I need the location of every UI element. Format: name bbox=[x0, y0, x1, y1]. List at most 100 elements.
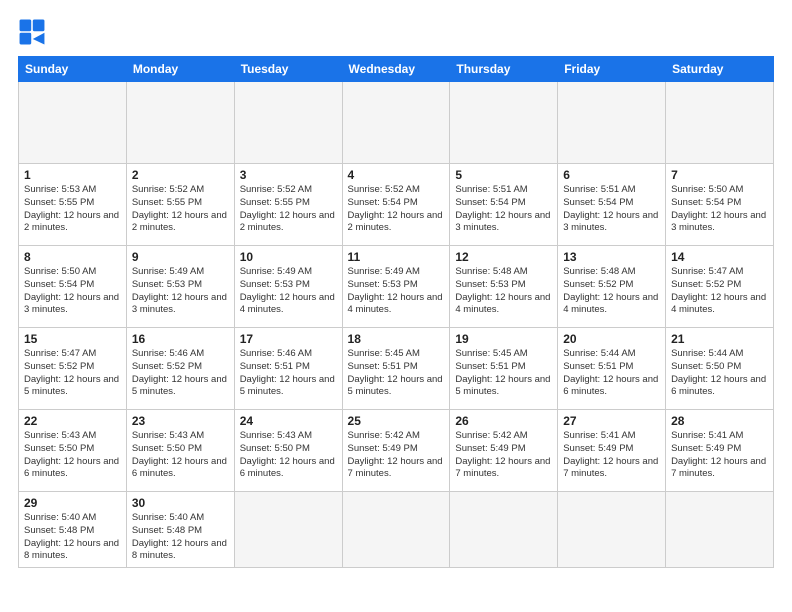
daylight-label: Daylight: 12 hours and 7 minutes. bbox=[563, 456, 658, 480]
day-info: Sunrise: 5:53 AM Sunset: 5:55 PM Dayligh… bbox=[24, 184, 121, 235]
table-row: 27 Sunrise: 5:41 AM Sunset: 5:49 PM Dayl… bbox=[558, 410, 666, 492]
col-sunday: Sunday bbox=[19, 57, 127, 82]
daylight-label: Daylight: 12 hours and 8 minutes. bbox=[132, 538, 227, 562]
sunrise-label: Sunrise: 5:50 AM bbox=[24, 266, 96, 277]
table-row: 4 Sunrise: 5:52 AM Sunset: 5:54 PM Dayli… bbox=[342, 164, 450, 246]
table-row: 25 Sunrise: 5:42 AM Sunset: 5:49 PM Dayl… bbox=[342, 410, 450, 492]
sunset-label: Sunset: 5:54 PM bbox=[455, 197, 525, 208]
sunset-label: Sunset: 5:51 PM bbox=[563, 361, 633, 372]
day-info: Sunrise: 5:51 AM Sunset: 5:54 PM Dayligh… bbox=[455, 184, 552, 235]
day-number: 13 bbox=[563, 250, 660, 264]
day-info: Sunrise: 5:52 AM Sunset: 5:55 PM Dayligh… bbox=[240, 184, 337, 235]
col-saturday: Saturday bbox=[666, 57, 774, 82]
daylight-label: Daylight: 12 hours and 3 minutes. bbox=[563, 210, 658, 234]
daylight-label: Daylight: 12 hours and 4 minutes. bbox=[455, 292, 550, 316]
calendar-week-row bbox=[19, 82, 774, 164]
table-row bbox=[342, 82, 450, 164]
table-row: 2 Sunrise: 5:52 AM Sunset: 5:55 PM Dayli… bbox=[126, 164, 234, 246]
sunrise-label: Sunrise: 5:49 AM bbox=[348, 266, 420, 277]
day-info: Sunrise: 5:44 AM Sunset: 5:51 PM Dayligh… bbox=[563, 348, 660, 399]
sunrise-label: Sunrise: 5:44 AM bbox=[671, 348, 743, 359]
sunrise-label: Sunrise: 5:43 AM bbox=[24, 430, 96, 441]
sunset-label: Sunset: 5:52 PM bbox=[563, 279, 633, 290]
table-row: 8 Sunrise: 5:50 AM Sunset: 5:54 PM Dayli… bbox=[19, 246, 127, 328]
day-info: Sunrise: 5:48 AM Sunset: 5:52 PM Dayligh… bbox=[563, 266, 660, 317]
daylight-label: Daylight: 12 hours and 2 minutes. bbox=[348, 210, 443, 234]
daylight-label: Daylight: 12 hours and 2 minutes. bbox=[240, 210, 335, 234]
day-info: Sunrise: 5:50 AM Sunset: 5:54 PM Dayligh… bbox=[24, 266, 121, 317]
sunrise-label: Sunrise: 5:43 AM bbox=[240, 430, 312, 441]
table-row: 22 Sunrise: 5:43 AM Sunset: 5:50 PM Dayl… bbox=[19, 410, 127, 492]
sunrise-label: Sunrise: 5:52 AM bbox=[240, 184, 312, 195]
col-friday: Friday bbox=[558, 57, 666, 82]
day-number: 2 bbox=[132, 168, 229, 182]
daylight-label: Daylight: 12 hours and 3 minutes. bbox=[24, 292, 119, 316]
table-row: 9 Sunrise: 5:49 AM Sunset: 5:53 PM Dayli… bbox=[126, 246, 234, 328]
sunset-label: Sunset: 5:54 PM bbox=[671, 197, 741, 208]
day-info: Sunrise: 5:52 AM Sunset: 5:55 PM Dayligh… bbox=[132, 184, 229, 235]
sunset-label: Sunset: 5:50 PM bbox=[24, 443, 94, 454]
day-info: Sunrise: 5:40 AM Sunset: 5:48 PM Dayligh… bbox=[132, 512, 229, 563]
day-number: 9 bbox=[132, 250, 229, 264]
sunset-label: Sunset: 5:50 PM bbox=[132, 443, 202, 454]
table-row: 28 Sunrise: 5:41 AM Sunset: 5:49 PM Dayl… bbox=[666, 410, 774, 492]
sunset-label: Sunset: 5:49 PM bbox=[455, 443, 525, 454]
day-info: Sunrise: 5:46 AM Sunset: 5:51 PM Dayligh… bbox=[240, 348, 337, 399]
sunrise-label: Sunrise: 5:43 AM bbox=[132, 430, 204, 441]
sunset-label: Sunset: 5:53 PM bbox=[455, 279, 525, 290]
sunset-label: Sunset: 5:53 PM bbox=[348, 279, 418, 290]
table-row bbox=[558, 492, 666, 568]
table-row: 14 Sunrise: 5:47 AM Sunset: 5:52 PM Dayl… bbox=[666, 246, 774, 328]
day-number: 23 bbox=[132, 414, 229, 428]
day-info: Sunrise: 5:46 AM Sunset: 5:52 PM Dayligh… bbox=[132, 348, 229, 399]
sunrise-label: Sunrise: 5:49 AM bbox=[240, 266, 312, 277]
sunset-label: Sunset: 5:48 PM bbox=[132, 525, 202, 536]
day-info: Sunrise: 5:49 AM Sunset: 5:53 PM Dayligh… bbox=[348, 266, 445, 317]
daylight-label: Daylight: 12 hours and 4 minutes. bbox=[671, 292, 766, 316]
logo-icon bbox=[18, 18, 46, 46]
day-number: 8 bbox=[24, 250, 121, 264]
calendar-week-row: 15 Sunrise: 5:47 AM Sunset: 5:52 PM Dayl… bbox=[19, 328, 774, 410]
sunrise-label: Sunrise: 5:42 AM bbox=[455, 430, 527, 441]
sunrise-label: Sunrise: 5:47 AM bbox=[671, 266, 743, 277]
calendar-week-row: 29 Sunrise: 5:40 AM Sunset: 5:48 PM Dayl… bbox=[19, 492, 774, 568]
day-number: 17 bbox=[240, 332, 337, 346]
day-number: 3 bbox=[240, 168, 337, 182]
col-wednesday: Wednesday bbox=[342, 57, 450, 82]
table-row: 26 Sunrise: 5:42 AM Sunset: 5:49 PM Dayl… bbox=[450, 410, 558, 492]
daylight-label: Daylight: 12 hours and 6 minutes. bbox=[24, 456, 119, 480]
daylight-label: Daylight: 12 hours and 3 minutes. bbox=[671, 210, 766, 234]
table-row: 1 Sunrise: 5:53 AM Sunset: 5:55 PM Dayli… bbox=[19, 164, 127, 246]
table-row: 11 Sunrise: 5:49 AM Sunset: 5:53 PM Dayl… bbox=[342, 246, 450, 328]
table-row bbox=[126, 82, 234, 164]
daylight-label: Daylight: 12 hours and 6 minutes. bbox=[240, 456, 335, 480]
sunset-label: Sunset: 5:55 PM bbox=[24, 197, 94, 208]
table-row bbox=[19, 82, 127, 164]
daylight-label: Daylight: 12 hours and 6 minutes. bbox=[563, 374, 658, 398]
sunset-label: Sunset: 5:50 PM bbox=[240, 443, 310, 454]
sunset-label: Sunset: 5:52 PM bbox=[24, 361, 94, 372]
table-row: 5 Sunrise: 5:51 AM Sunset: 5:54 PM Dayli… bbox=[450, 164, 558, 246]
day-number: 16 bbox=[132, 332, 229, 346]
daylight-label: Daylight: 12 hours and 2 minutes. bbox=[132, 210, 227, 234]
day-number: 6 bbox=[563, 168, 660, 182]
day-number: 12 bbox=[455, 250, 552, 264]
day-number: 4 bbox=[348, 168, 445, 182]
calendar-table: Sunday Monday Tuesday Wednesday Thursday… bbox=[18, 56, 774, 568]
table-row: 23 Sunrise: 5:43 AM Sunset: 5:50 PM Dayl… bbox=[126, 410, 234, 492]
calendar-week-row: 1 Sunrise: 5:53 AM Sunset: 5:55 PM Dayli… bbox=[19, 164, 774, 246]
table-row: 3 Sunrise: 5:52 AM Sunset: 5:55 PM Dayli… bbox=[234, 164, 342, 246]
sunset-label: Sunset: 5:51 PM bbox=[240, 361, 310, 372]
day-info: Sunrise: 5:48 AM Sunset: 5:53 PM Dayligh… bbox=[455, 266, 552, 317]
day-info: Sunrise: 5:41 AM Sunset: 5:49 PM Dayligh… bbox=[563, 430, 660, 481]
day-info: Sunrise: 5:43 AM Sunset: 5:50 PM Dayligh… bbox=[24, 430, 121, 481]
day-info: Sunrise: 5:50 AM Sunset: 5:54 PM Dayligh… bbox=[671, 184, 768, 235]
table-row: 13 Sunrise: 5:48 AM Sunset: 5:52 PM Dayl… bbox=[558, 246, 666, 328]
sunset-label: Sunset: 5:53 PM bbox=[132, 279, 202, 290]
day-info: Sunrise: 5:42 AM Sunset: 5:49 PM Dayligh… bbox=[348, 430, 445, 481]
table-row: 21 Sunrise: 5:44 AM Sunset: 5:50 PM Dayl… bbox=[666, 328, 774, 410]
table-row: 24 Sunrise: 5:43 AM Sunset: 5:50 PM Dayl… bbox=[234, 410, 342, 492]
day-info: Sunrise: 5:41 AM Sunset: 5:49 PM Dayligh… bbox=[671, 430, 768, 481]
table-row: 20 Sunrise: 5:44 AM Sunset: 5:51 PM Dayl… bbox=[558, 328, 666, 410]
day-number: 30 bbox=[132, 496, 229, 510]
